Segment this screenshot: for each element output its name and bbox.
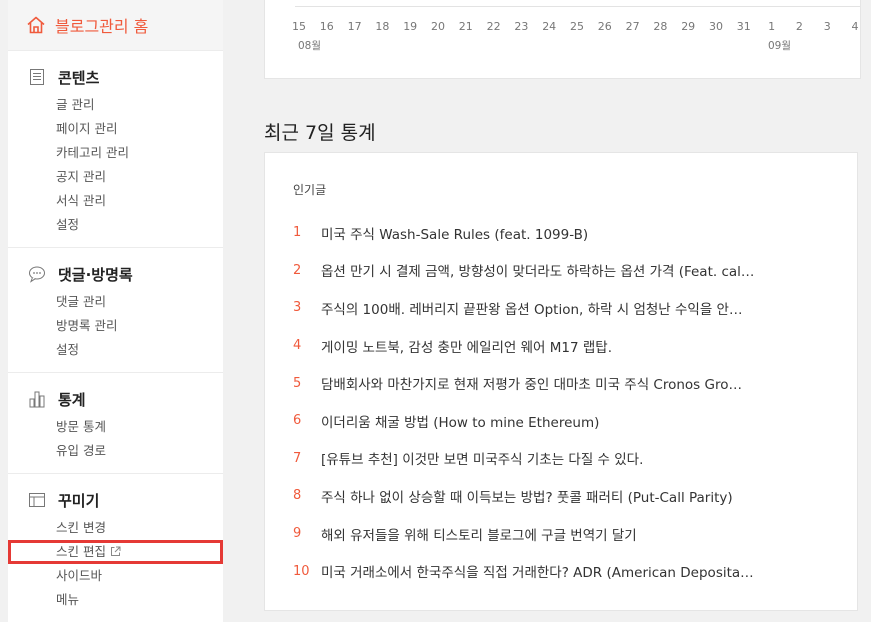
post-title-link[interactable]: 주식 하나 없이 상승할 때 이득보는 방법? 풋콜 패러티 (Put-Call… — [321, 486, 733, 506]
list-item[interactable]: 10 미국 거래소에서 한국주식을 직접 거래한다? ADR (American … — [293, 552, 833, 590]
section-decorate: 꾸미기 스킨 변경 스킨 편집 사이드바 메뉴 — [8, 474, 223, 622]
list-item[interactable]: 9 해외 유저들을 위해 티스토리 블로그에 구글 번역기 달기 — [293, 515, 833, 553]
recent-stats-title: 최근 7일 통계 — [264, 122, 376, 144]
chart-x-tick: 26 — [597, 20, 612, 33]
chart-x-tick: 16 — [319, 20, 334, 33]
chart-x-tick: 22 — [486, 20, 501, 33]
chart-x-tick: 15 — [292, 20, 306, 33]
external-link-icon — [110, 546, 121, 556]
chart-x-tick: 3 — [823, 20, 831, 33]
layout-icon — [29, 493, 45, 507]
blog-home-link[interactable]: 블로그관리 홈 — [8, 0, 223, 51]
section-comments: 댓글·방명록 댓글 관리 방명록 관리 설정 — [8, 248, 223, 373]
list-item[interactable]: 5 담배회사와 마찬가지로 현재 저평가 중인 대마초 미국 주식 Cronos … — [293, 364, 833, 402]
section-title: 콘텐츠 — [58, 68, 100, 87]
chart-x-tick: 29 — [681, 20, 696, 33]
sidebar-item-post-manage[interactable]: 글 관리 — [8, 93, 223, 117]
section-stats: 통계 방문 통계 유입 경로 — [8, 373, 223, 474]
sidebar-item-comments-settings[interactable]: 설정 — [8, 338, 223, 362]
bar-chart-icon — [29, 391, 45, 408]
post-title-link[interactable]: 게이밍 노트북, 감성 충만 에일리언 웨어 M17 랩탑. — [321, 336, 612, 356]
list-item[interactable]: 6 이더리움 채굴 방법 (How to mine Ethereum) — [293, 402, 833, 440]
visit-chart-card: 15 16 17 18 19 20 21 22 23 24 25 26 27 28 29 30 31 1 2 3 4 0… — [264, 0, 861, 79]
section-header-decorate[interactable]: 꾸미기 — [8, 488, 223, 512]
list-item[interactable]: 3 주식의 100배. 레버리지 끝판왕 옵션 Option, 하락 시 엄청난 … — [293, 289, 833, 327]
sidebar-item-page-manage[interactable]: 페이지 관리 — [8, 117, 223, 141]
post-rank: 5 — [293, 375, 302, 391]
post-title-link[interactable]: 미국 거래소에서 한국주식을 직접 거래한다? ADR (American De… — [321, 561, 754, 581]
post-rank: 9 — [293, 526, 302, 542]
list-item[interactable]: 1 미국 주식 Wash-Sale Rules (feat. 1099-B) — [293, 214, 833, 252]
list-item[interactable]: 7 [유튜브 추천] 이것만 보면 미국주식 기초는 다질 수 있다. — [293, 440, 833, 478]
sidebar-item-sidebar[interactable]: 사이드바 — [8, 564, 223, 588]
chart-x-tick: 30 — [709, 20, 723, 33]
chart-x-tick: 31 — [736, 20, 751, 33]
chart-x-tick: 19 — [403, 20, 418, 33]
post-rank: 8 — [293, 488, 302, 504]
post-title-link[interactable]: 담배회사와 마찬가지로 현재 저평가 중인 대마초 미국 주식 Cronos G… — [321, 373, 742, 393]
document-icon — [30, 69, 44, 85]
chart-x-tick: 17 — [347, 20, 362, 33]
chart-x-tick: 23 — [514, 20, 529, 33]
list-item[interactable]: 4 게이밍 노트북, 감성 충만 에일리언 웨어 M17 랩탑. — [293, 327, 833, 365]
skin-edit-label: 스킨 편집 — [56, 544, 106, 559]
post-rank: 7 — [293, 450, 302, 466]
post-rank: 10 — [293, 563, 310, 579]
sidebar-item-skin-change[interactable]: 스킨 변경 — [8, 516, 223, 540]
sidebar: 블로그관리 홈 콘텐츠 글 관리 페이지 관리 카테고리 관리 공지 관리 서식… — [8, 0, 223, 622]
post-rank: 2 — [293, 262, 302, 278]
sidebar-item-contents-settings[interactable]: 설정 — [8, 213, 223, 237]
sidebar-item-skin-edit[interactable]: 스킨 편집 — [8, 540, 223, 564]
post-title-link[interactable]: [유튜브 추천] 이것만 보면 미국주식 기초는 다질 수 있다. — [321, 448, 643, 468]
chart-x-tick: 2 — [795, 20, 803, 33]
post-title-link[interactable]: 미국 주식 Wash-Sale Rules (feat. 1099-B) — [321, 223, 588, 243]
month-label-start: 08월 — [298, 40, 322, 52]
section-title: 꾸미기 — [58, 491, 100, 510]
sidebar-item-comment-manage[interactable]: 댓글 관리 — [8, 290, 223, 314]
post-title-link[interactable]: 주식의 100배. 레버리지 끝판왕 옵션 Option, 하락 시 엄청난 수… — [321, 298, 742, 318]
post-rank: 6 — [293, 413, 302, 429]
speech-bubble-icon — [29, 266, 45, 283]
chart-x-tick: 18 — [375, 20, 390, 33]
sidebar-item-notice-manage[interactable]: 공지 관리 — [8, 165, 223, 189]
chart-baseline — [295, 6, 860, 7]
chart-x-tick: 27 — [625, 20, 640, 33]
section-header-contents[interactable]: 콘텐츠 — [8, 65, 223, 89]
list-item[interactable]: 8 주식 하나 없이 상승할 때 이득보는 방법? 풋콜 패러티 (Put-Cal… — [293, 477, 833, 515]
chart-x-tick: 28 — [653, 20, 668, 33]
post-title-link[interactable]: 이더리움 채굴 방법 (How to mine Ethereum) — [321, 411, 599, 431]
chart-x-tick: 1 — [768, 20, 776, 33]
chart-x-tick: 24 — [542, 20, 557, 33]
sidebar-item-guestbook-manage[interactable]: 방명록 관리 — [8, 314, 223, 338]
post-rank: 4 — [293, 338, 302, 354]
sidebar-item-menu[interactable]: 메뉴 — [8, 588, 223, 612]
popular-posts-label: 인기글 — [293, 183, 327, 197]
section-title: 댓글·방명록 — [58, 265, 133, 284]
month-label-next: 09월 — [768, 40, 792, 52]
chart-x-tick: 4 — [851, 20, 859, 33]
section-header-comments[interactable]: 댓글·방명록 — [8, 262, 223, 286]
sidebar-item-template-manage[interactable]: 서식 관리 — [8, 189, 223, 213]
home-icon — [27, 16, 45, 34]
popular-posts-card: 인기글 1 미국 주식 Wash-Sale Rules (feat. 1099-B… — [264, 152, 858, 611]
section-contents: 콘텐츠 글 관리 페이지 관리 카테고리 관리 공지 관리 서식 관리 설정 — [8, 51, 223, 248]
chart-x-tick: 20 — [431, 20, 445, 33]
blog-home-label: 블로그관리 홈 — [55, 17, 149, 36]
chart-x-tick: 21 — [458, 20, 473, 33]
sidebar-item-category-manage[interactable]: 카테고리 관리 — [8, 141, 223, 165]
list-item[interactable]: 2 옵션 만기 시 결제 금액, 방향성이 맞더라도 하락하는 옵션 가격 (Fe… — [293, 252, 833, 290]
section-header-stats[interactable]: 통계 — [8, 387, 223, 411]
post-title-link[interactable]: 옵션 만기 시 결제 금액, 방향성이 맞더라도 하락하는 옵션 가격 (Fea… — [321, 260, 754, 280]
popular-posts-list: 1 미국 주식 Wash-Sale Rules (feat. 1099-B) 2 옵션… — [293, 214, 833, 590]
sidebar-item-visit-stats[interactable]: 방문 통계 — [8, 415, 223, 439]
section-title: 통계 — [58, 390, 86, 409]
sidebar-item-referrer[interactable]: 유입 경로 — [8, 439, 223, 463]
chart-x-tick: 25 — [570, 20, 584, 33]
post-title-link[interactable]: 해외 유저들을 위해 티스토리 블로그에 구글 번역기 달기 — [321, 524, 637, 544]
post-rank: 1 — [293, 225, 302, 241]
post-rank: 3 — [293, 300, 302, 316]
